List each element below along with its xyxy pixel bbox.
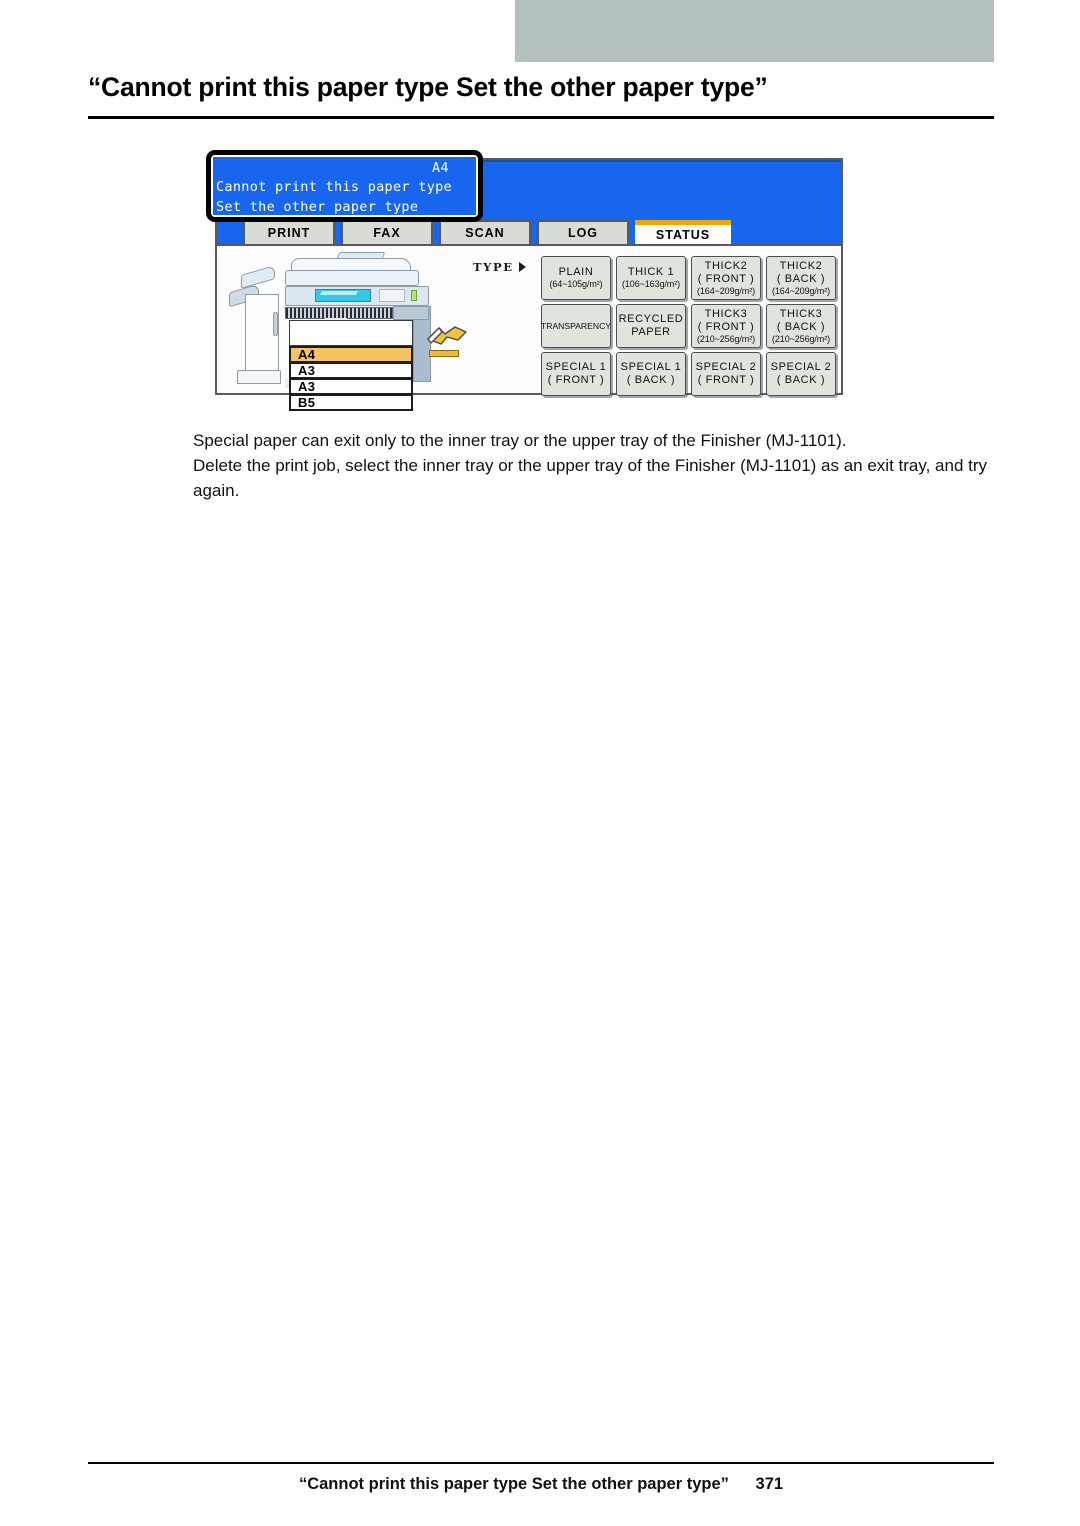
callout-message-line2: Set the other paper type (216, 199, 419, 215)
paper-type-line2: ( BACK ) (626, 374, 676, 386)
body-text: Special paper can exit only to the inner… (193, 428, 993, 503)
lcd-tab-strip: PRINT FAX SCAN LOG STATUS (217, 220, 841, 244)
control-keypad-icon (379, 289, 405, 302)
tab-scan[interactable]: SCAN (439, 220, 531, 244)
paper-type-button-transparency[interactable]: TRANSPARENCY (541, 304, 611, 348)
paper-tray-4[interactable]: B5 (289, 394, 413, 411)
control-lcd-glare (319, 291, 359, 295)
paper-type-line1: SPECIAL 1 (545, 361, 607, 374)
paper-tray-2[interactable]: A3 (289, 362, 413, 379)
footer-divider (88, 1462, 994, 1464)
scanner-lid-icon (285, 270, 419, 286)
callout-paper-size: A4 (432, 160, 449, 176)
bypass-feed-arrow-icon (425, 324, 471, 350)
paper-type-weight: (210~256g/m²) (697, 333, 755, 344)
body-paragraph-2: Delete the print job, select the inner t… (193, 456, 988, 500)
paper-type-weight: (164~209g/m²) (772, 285, 830, 296)
paper-type-line2: ( BACK ) (776, 272, 826, 285)
finisher-base-icon (237, 370, 281, 384)
paper-type-line1: SPECIAL 2 (695, 361, 757, 374)
paper-type-button-recycled[interactable]: RECYCLED PAPER (616, 304, 686, 348)
paper-type-line1: TRANSPARENCY (540, 320, 612, 331)
paper-type-button-special1-back[interactable]: SPECIAL 1 ( BACK ) (616, 352, 686, 396)
control-led-icon (411, 290, 417, 301)
paper-type-button-plain[interactable]: PLAIN (64~105g/m²) (541, 256, 611, 300)
paper-type-line1: SPECIAL 1 (620, 361, 682, 374)
engine-front-icon (289, 320, 413, 346)
paper-type-weight: (164~209g/m²) (697, 285, 755, 296)
paper-type-weight: (210~256g/m²) (772, 333, 830, 344)
paper-type-line1: SPECIAL 2 (770, 361, 832, 374)
paper-type-line2: PAPER (631, 326, 671, 338)
finisher-upper-tray-icon (241, 265, 275, 289)
tab-fax[interactable]: FAX (341, 220, 433, 244)
finisher-slot-icon (273, 312, 278, 336)
type-label: TYPE (473, 260, 514, 274)
paper-type-button-thick2-front[interactable]: THICK2 ( FRONT ) (164~209g/m²) (691, 256, 761, 300)
header-decorative-bar (515, 0, 994, 62)
paper-type-line2: ( BACK ) (776, 320, 826, 333)
callout-message-line1: Cannot print this paper type (216, 179, 452, 195)
footer-title: “Cannot print this paper type Set the ot… (298, 1475, 729, 1493)
paper-tray-1[interactable]: A4 (289, 346, 413, 363)
paper-type-line1: RECYCLED (618, 313, 684, 326)
paper-type-button-thick2-back[interactable]: THICK2 ( BACK ) (164~209g/m²) (766, 256, 836, 300)
paper-type-line1: THICK 1 (627, 266, 675, 279)
paper-type-line1: PLAIN (558, 266, 594, 279)
title-divider (88, 116, 994, 119)
paper-type-line2: ( FRONT ) (697, 320, 755, 333)
footer: “Cannot print this paper type Set the ot… (88, 1475, 994, 1494)
lcd-work-area-inner: A4 A3 A3 B5 TYPE PLAIN (64~105g/m²) THIC… (223, 250, 836, 411)
paper-type-line1: THICK2 (704, 259, 748, 272)
bypass-tray-icon (429, 350, 459, 357)
paper-type-button-special2-back[interactable]: SPECIAL 2 ( BACK ) (766, 352, 836, 396)
paper-type-weight: (64~105g/m²) (549, 279, 603, 290)
lcd-work-area: A4 A3 A3 B5 TYPE PLAIN (64~105g/m²) THIC… (217, 244, 841, 411)
paper-type-line2: ( BACK ) (776, 374, 826, 386)
paper-type-grid: PLAIN (64~105g/m²) THICK 1 (106~163g/m²)… (541, 256, 836, 396)
tab-status[interactable]: STATUS (635, 220, 731, 244)
tab-print[interactable]: PRINT (243, 220, 335, 244)
paper-type-button-thick1[interactable]: THICK 1 (106~163g/m²) (616, 256, 686, 300)
page-title: “Cannot print this paper type Set the ot… (88, 72, 768, 102)
paper-type-line1: THICK2 (779, 259, 823, 272)
paper-type-button-special2-front[interactable]: SPECIAL 2 ( FRONT ) (691, 352, 761, 396)
paper-type-line2: ( FRONT ) (547, 374, 605, 386)
paper-type-line2: ( FRONT ) (697, 272, 755, 285)
paper-type-line1: THICK3 (704, 307, 748, 320)
paper-type-line2: ( FRONT ) (697, 374, 755, 386)
footer-page-number: 371 (755, 1475, 784, 1493)
type-caret-icon (519, 262, 526, 272)
tab-log[interactable]: LOG (537, 220, 629, 244)
paper-type-button-thick3-front[interactable]: THICK3 ( FRONT ) (210~256g/m²) (691, 304, 761, 348)
paper-type-line1: THICK3 (779, 307, 823, 320)
body-paragraph-1: Special paper can exit only to the inner… (193, 431, 847, 450)
paper-tray-3[interactable]: A3 (289, 378, 413, 395)
paper-type-weight: (106~163g/m²) (622, 279, 680, 290)
engine-right-icon (393, 306, 429, 320)
paper-type-button-thick3-back[interactable]: THICK3 ( BACK ) (210~256g/m²) (766, 304, 836, 348)
paper-type-button-special1-front[interactable]: SPECIAL 1 ( FRONT ) (541, 352, 611, 396)
printer-illustration: A4 A3 A3 B5 (229, 250, 471, 411)
